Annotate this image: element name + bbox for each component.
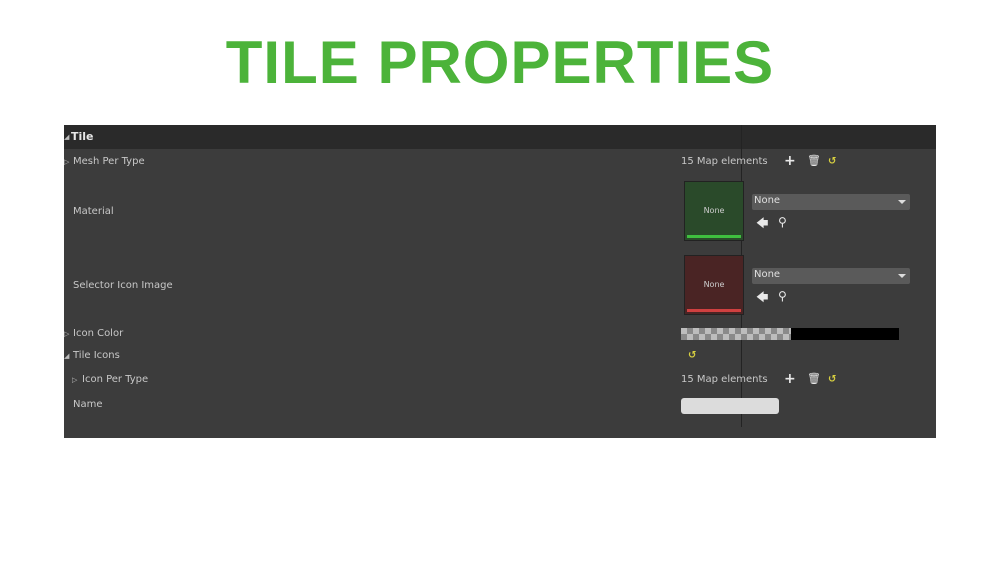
reset-icon[interactable]: ↺: [828, 374, 836, 385]
category-header-tile[interactable]: ◢ Tile: [64, 125, 936, 149]
material-thumbnail-text: None: [703, 206, 725, 215]
expand-arrow-icon[interactable]: ▷: [64, 330, 69, 338]
icon-per-type-label: Icon Per Type: [82, 374, 149, 385]
delete-icon[interactable]: 🗑: [807, 155, 821, 167]
icon-color-alpha-swatch[interactable]: [681, 328, 791, 340]
delete-icon[interactable]: 🗑: [807, 373, 821, 385]
chevron-down-icon: [898, 274, 906, 278]
material-label: Material: [73, 206, 114, 217]
tile-icons-label: Tile Icons: [73, 350, 120, 361]
reset-icon[interactable]: ↺: [688, 350, 696, 361]
collapse-arrow-icon[interactable]: ◢: [64, 133, 69, 141]
selector-icon-type-bar: [687, 309, 741, 312]
selector-icon-thumbnail[interactable]: None: [684, 255, 744, 315]
material-dropdown[interactable]: None: [752, 194, 910, 210]
details-panel: ◢ Tile ▷ Mesh Per Type 15 Map elements +…: [64, 125, 936, 438]
mesh-per-type-label: Mesh Per Type: [73, 156, 145, 167]
reset-icon[interactable]: ↺: [828, 156, 836, 167]
add-icon[interactable]: +: [784, 372, 796, 386]
use-selected-arrow-icon[interactable]: 🡄: [756, 217, 768, 229]
name-label: Name: [73, 399, 103, 410]
expand-arrow-icon[interactable]: ▷: [64, 158, 69, 166]
category-title: Tile: [71, 130, 94, 143]
expand-arrow-icon[interactable]: ▷: [72, 376, 77, 384]
material-type-bar: [687, 235, 741, 238]
chevron-down-icon: [898, 200, 906, 204]
icon-color-label: Icon Color: [73, 328, 124, 339]
collapse-arrow-icon[interactable]: ◢: [64, 352, 69, 360]
page-title: TILE PROPERTIES: [225, 29, 775, 96]
selector-icon-thumbnail-text: None: [703, 280, 725, 289]
name-input[interactable]: [681, 398, 779, 414]
icon-color-swatch[interactable]: [791, 328, 899, 340]
use-selected-arrow-icon[interactable]: 🡄: [756, 291, 768, 303]
selector-icon-image-label: Selector Icon Image: [73, 280, 173, 291]
icon-per-type-count: 15 Map elements: [681, 374, 768, 385]
material-thumbnail[interactable]: None: [684, 181, 744, 241]
mesh-per-type-count: 15 Map elements: [681, 156, 768, 167]
selector-icon-dropdown-value: None: [754, 269, 781, 280]
selector-icon-dropdown[interactable]: None: [752, 268, 910, 284]
material-dropdown-value: None: [754, 195, 781, 206]
browse-search-icon[interactable]: ⚲: [778, 290, 787, 302]
browse-search-icon[interactable]: ⚲: [778, 216, 787, 228]
add-icon[interactable]: +: [784, 154, 796, 168]
